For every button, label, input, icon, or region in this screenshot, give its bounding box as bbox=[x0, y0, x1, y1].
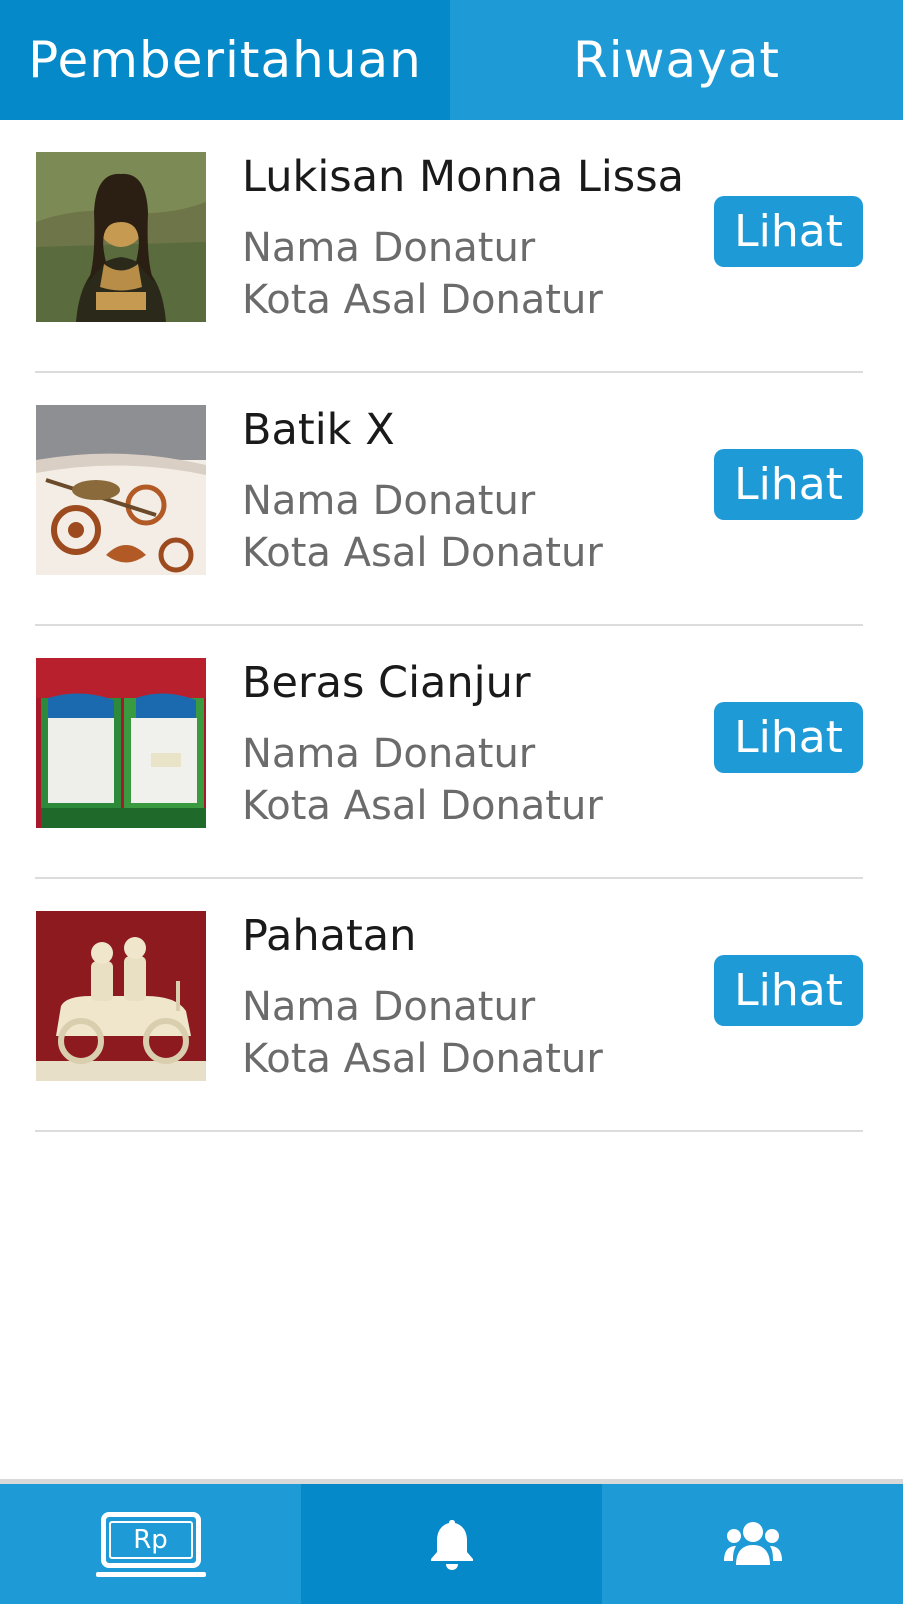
bell-icon bbox=[430, 1520, 473, 1570]
rice-bags-thumbnail bbox=[36, 658, 206, 828]
item-title: Batik X bbox=[242, 405, 395, 455]
nav-community-button[interactable] bbox=[602, 1484, 903, 1604]
list-item: Pahatan Nama Donatur Kota Asal Donatur L… bbox=[0, 879, 903, 1132]
monitor-base bbox=[95, 1571, 206, 1577]
donor-name: Nama Donatur bbox=[242, 225, 536, 271]
donor-city: Kota Asal Donatur bbox=[242, 1036, 603, 1082]
nav-donation-button[interactable]: Rp bbox=[0, 1484, 301, 1604]
lihat-button[interactable]: Lihat bbox=[714, 955, 863, 1026]
donor-city: Kota Asal Donatur bbox=[242, 783, 603, 829]
lihat-button[interactable]: Lihat bbox=[714, 449, 863, 520]
monitor-screen: Rp bbox=[100, 1511, 201, 1568]
lihat-button[interactable]: Lihat bbox=[714, 702, 863, 773]
tab-riwayat[interactable]: Riwayat bbox=[450, 0, 903, 120]
tab-pemberitahuan[interactable]: Pemberitahuan bbox=[0, 0, 450, 120]
donor-city: Kota Asal Donatur bbox=[242, 277, 603, 323]
bottom-nav: Rp bbox=[0, 1484, 903, 1604]
item-title: Pahatan bbox=[242, 911, 417, 961]
nav-notifications-button[interactable] bbox=[301, 1484, 602, 1604]
car-carving-thumbnail bbox=[36, 911, 206, 1081]
donor-name: Nama Donatur bbox=[242, 731, 536, 777]
list-item: Lukisan Monna Lissa Nama Donatur Kota As… bbox=[0, 120, 903, 373]
notification-list: Lukisan Monna Lissa Nama Donatur Kota As… bbox=[0, 120, 903, 1132]
donor-name: Nama Donatur bbox=[242, 984, 536, 1030]
monitor-rp-icon: Rp bbox=[95, 1511, 206, 1577]
lihat-button[interactable]: Lihat bbox=[714, 196, 863, 267]
list-item: Batik X Nama Donatur Kota Asal Donatur L… bbox=[0, 373, 903, 626]
item-title: Beras Cianjur bbox=[242, 658, 531, 708]
rp-label: Rp bbox=[108, 1520, 193, 1559]
donor-city: Kota Asal Donatur bbox=[242, 530, 603, 576]
list-item: Beras Cianjur Nama Donatur Kota Asal Don… bbox=[0, 626, 903, 879]
batik-fabric-thumbnail bbox=[36, 405, 206, 575]
divider bbox=[35, 1130, 863, 1132]
item-title: Lukisan Monna Lissa bbox=[242, 152, 684, 202]
mona-lisa-painting-thumbnail bbox=[36, 152, 206, 322]
users-group-icon bbox=[723, 1522, 782, 1565]
donor-name: Nama Donatur bbox=[242, 478, 536, 524]
top-tabs: Pemberitahuan Riwayat bbox=[0, 0, 903, 120]
